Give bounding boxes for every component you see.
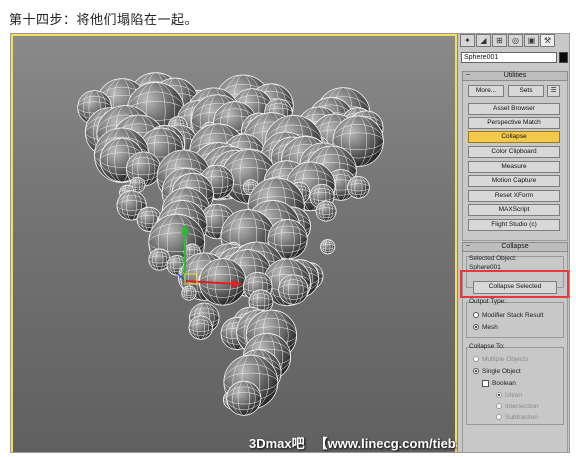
object-name-field[interactable]: Sphere001: [461, 52, 557, 63]
sphere-mesh: [181, 285, 197, 301]
selected-object-label: Selected Object:: [469, 255, 517, 262]
configure-sets-icon[interactable]: ☰: [547, 85, 560, 97]
output-type-group: [466, 302, 564, 338]
single-object-label: Single Object: [482, 368, 521, 375]
union-radio[interactable]: [496, 392, 502, 398]
intersection-label: Intersection: [505, 403, 539, 410]
multiple-objects-radio[interactable]: [473, 356, 479, 362]
motion-capture-button[interactable]: Motion Capture: [468, 175, 560, 187]
object-color-swatch[interactable]: [559, 52, 568, 63]
measure-button[interactable]: Measure: [468, 161, 560, 173]
sphere-mesh: [198, 258, 247, 306]
motion-icon[interactable]: ◎: [508, 34, 523, 47]
color-clipboard-button[interactable]: Color Clipboard: [468, 146, 560, 158]
asset-browser-button[interactable]: Asset Browser: [468, 103, 560, 115]
subtraction-radio[interactable]: [496, 414, 502, 420]
hierarchy-icon[interactable]: ⊞: [492, 34, 507, 47]
sphere-mesh: [188, 315, 213, 340]
sphere-mesh: [278, 274, 309, 305]
maxscript-button[interactable]: MAXScript: [468, 204, 560, 216]
collapse-toggle-icon: −: [466, 243, 471, 250]
command-panel: ✦ ◢ ⊞ ◎ ▣ ⚒ Sphere001 − Utilities More..…: [457, 34, 569, 452]
collapse-toggle-icon: −: [466, 72, 471, 79]
highlight-box: [460, 270, 569, 298]
mesh-label: Mesh: [482, 324, 498, 331]
utilities-icon[interactable]: ⚒: [540, 34, 555, 47]
sets-button[interactable]: Sets: [508, 85, 544, 97]
step-caption: 第十四步：将他们塌陷在一起。: [9, 13, 199, 28]
utilities-rollout-header[interactable]: − Utilities: [462, 71, 568, 81]
sphere-cluster: [77, 72, 384, 416]
subtraction-label: Subtraction: [505, 414, 538, 421]
sphere-mesh: [347, 175, 370, 199]
modify-icon[interactable]: ◢: [476, 34, 491, 47]
mesh-radio[interactable]: [473, 324, 479, 330]
boolean-checkbox[interactable]: [482, 380, 489, 387]
boolean-label: Boolean: [492, 380, 516, 387]
modifier-stack-label: Modifier Stack Result: [482, 312, 544, 319]
single-object-radio[interactable]: [473, 368, 479, 374]
more-button[interactable]: More...: [468, 85, 504, 97]
intersection-radio[interactable]: [496, 403, 502, 409]
collapse-to-label: Collapse To:: [469, 343, 505, 350]
max-window: 3Dmax吧 【www.linecg.com/tieba/1771】 ✦ ◢ ⊞ …: [10, 33, 570, 453]
union-label: Union: [505, 392, 522, 399]
modifier-stack-radio[interactable]: [473, 312, 479, 318]
sphere-mesh: [320, 239, 336, 255]
perspective-match-button[interactable]: Perspective Match: [468, 117, 560, 129]
sphere-mesh: [226, 380, 262, 416]
display-icon[interactable]: ▣: [524, 34, 539, 47]
output-type-label: Output Type:: [469, 298, 507, 305]
command-panel-tabs: ✦ ◢ ⊞ ◎ ▣ ⚒: [460, 34, 569, 48]
collapse-rollout-header[interactable]: − Collapse: [462, 242, 568, 252]
reset-xform-button[interactable]: Reset XForm: [468, 190, 560, 202]
sphere-mesh: [315, 200, 337, 222]
multiple-objects-label: Multiple Objects: [482, 356, 529, 363]
collapse-utility-button[interactable]: Collapse: [468, 131, 560, 143]
flight-studio-button[interactable]: Flight Studio (c): [468, 219, 560, 231]
perspective-viewport[interactable]: 3Dmax吧 【www.linecg.com/tieba/1771】: [11, 34, 509, 452]
create-icon[interactable]: ✦: [460, 34, 475, 47]
